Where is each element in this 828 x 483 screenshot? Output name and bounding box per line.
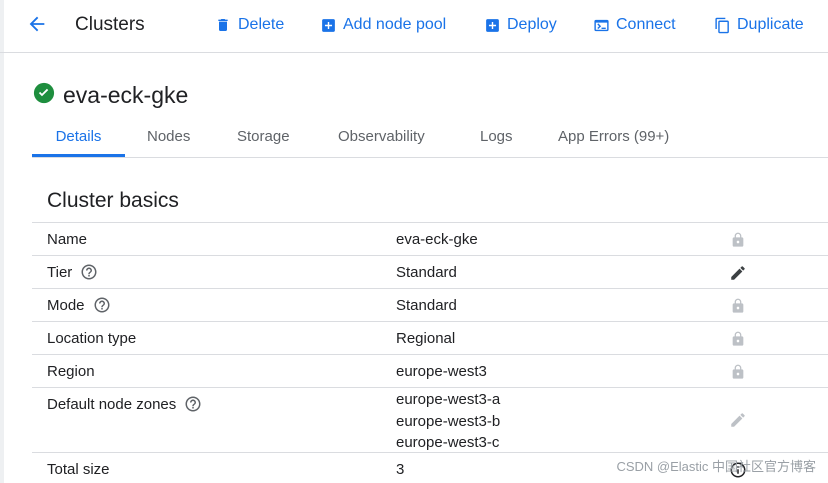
section-title: Cluster basics [47, 189, 179, 212]
tab-nodes[interactable]: Nodes [147, 120, 190, 155]
lock-icon [728, 362, 748, 382]
row-value: Standard [396, 263, 457, 281]
table-row-region: Region europe-west3 [32, 354, 828, 387]
tab-bar: Details Nodes Storage Observability Logs… [32, 120, 828, 158]
back-button[interactable] [24, 13, 50, 39]
check-circle-icon [33, 82, 55, 109]
delete-button[interactable]: Delete [214, 14, 284, 36]
arrow-back-icon [26, 13, 48, 40]
copy-icon [713, 16, 731, 34]
zone-item: europe-west3-b [396, 412, 501, 430]
row-label: Total size [47, 460, 110, 478]
table-row-mode: Mode Standard [32, 288, 828, 321]
tab-storage[interactable]: Storage [237, 120, 290, 155]
page: Clusters Delete Add node pool Deploy Con… [0, 0, 828, 483]
row-label: Default node zones [47, 388, 202, 420]
row-value-list: europe-west3-a europe-west3-b europe-wes… [396, 389, 500, 454]
toolbar-title: Clusters [75, 14, 145, 35]
left-edge [0, 0, 4, 483]
watermark: CSDN @Elastic 中国社区官方博客 [616, 459, 816, 474]
add-node-pool-label: Add node pool [343, 16, 447, 33]
tab-observability[interactable]: Observability [338, 120, 425, 155]
tab-details[interactable]: Details [32, 120, 125, 157]
help-icon[interactable] [80, 263, 98, 281]
tab-logs[interactable]: Logs [480, 120, 513, 155]
edit-icon[interactable] [728, 263, 748, 283]
table-row-tier: Tier Standard [32, 255, 828, 288]
cluster-basics-table: Name eva-eck-gke Tier Standard Mode Stan… [32, 222, 828, 483]
tab-details-label: Details [55, 128, 102, 145]
tab-logs-label: Logs [480, 128, 513, 145]
zone-item: europe-west3-a [396, 391, 501, 408]
row-value: Standard [396, 296, 457, 314]
connect-label: Connect [616, 16, 676, 33]
lock-icon [728, 230, 748, 250]
deploy-label: Deploy [507, 16, 557, 33]
deploy-button[interactable]: Deploy [483, 14, 557, 36]
tab-nodes-label: Nodes [147, 128, 191, 145]
top-toolbar: Clusters Delete Add node pool Deploy Con… [0, 0, 828, 53]
lock-icon [728, 296, 748, 316]
row-value: europe-west3 [396, 362, 487, 380]
row-label: Region [47, 362, 95, 380]
add-box-icon [319, 16, 337, 34]
duplicate-button[interactable]: Duplicate [713, 14, 804, 36]
row-label: Name [47, 230, 88, 248]
help-icon[interactable] [93, 296, 111, 314]
edit-icon-disabled [728, 410, 748, 430]
tab-app-errors[interactable]: App Errors (99+) [558, 120, 669, 155]
help-icon[interactable] [184, 395, 202, 413]
lock-icon [728, 329, 748, 349]
trash-icon [214, 16, 232, 34]
row-label: Tier [47, 256, 98, 288]
cluster-name: eva-eck-gke [63, 82, 189, 108]
row-value: eva-eck-gke [396, 230, 478, 248]
row-label: Mode [47, 289, 111, 321]
add-node-pool-button[interactable]: Add node pool [319, 14, 446, 36]
table-row-default-node-zones: Default node zones europe-west3-a europe… [32, 387, 828, 452]
tab-storage-label: Storage [237, 128, 290, 145]
cluster-header: eva-eck-gke [33, 80, 188, 110]
row-value: 3 [396, 460, 405, 478]
table-row-name: Name eva-eck-gke [32, 222, 828, 255]
tab-app-errors-label: App Errors (99+) [558, 128, 670, 145]
row-value: Regional [396, 329, 456, 347]
connect-button[interactable]: Connect [592, 14, 676, 36]
table-row-location-type: Location type Regional [32, 321, 828, 354]
row-label: Location type [47, 329, 137, 347]
zone-item: europe-west3-c [396, 434, 500, 451]
tab-observability-label: Observability [338, 128, 425, 145]
duplicate-label: Duplicate [737, 16, 804, 33]
add-box-icon [483, 16, 501, 34]
delete-label: Delete [238, 16, 285, 33]
terminal-icon [592, 16, 610, 34]
